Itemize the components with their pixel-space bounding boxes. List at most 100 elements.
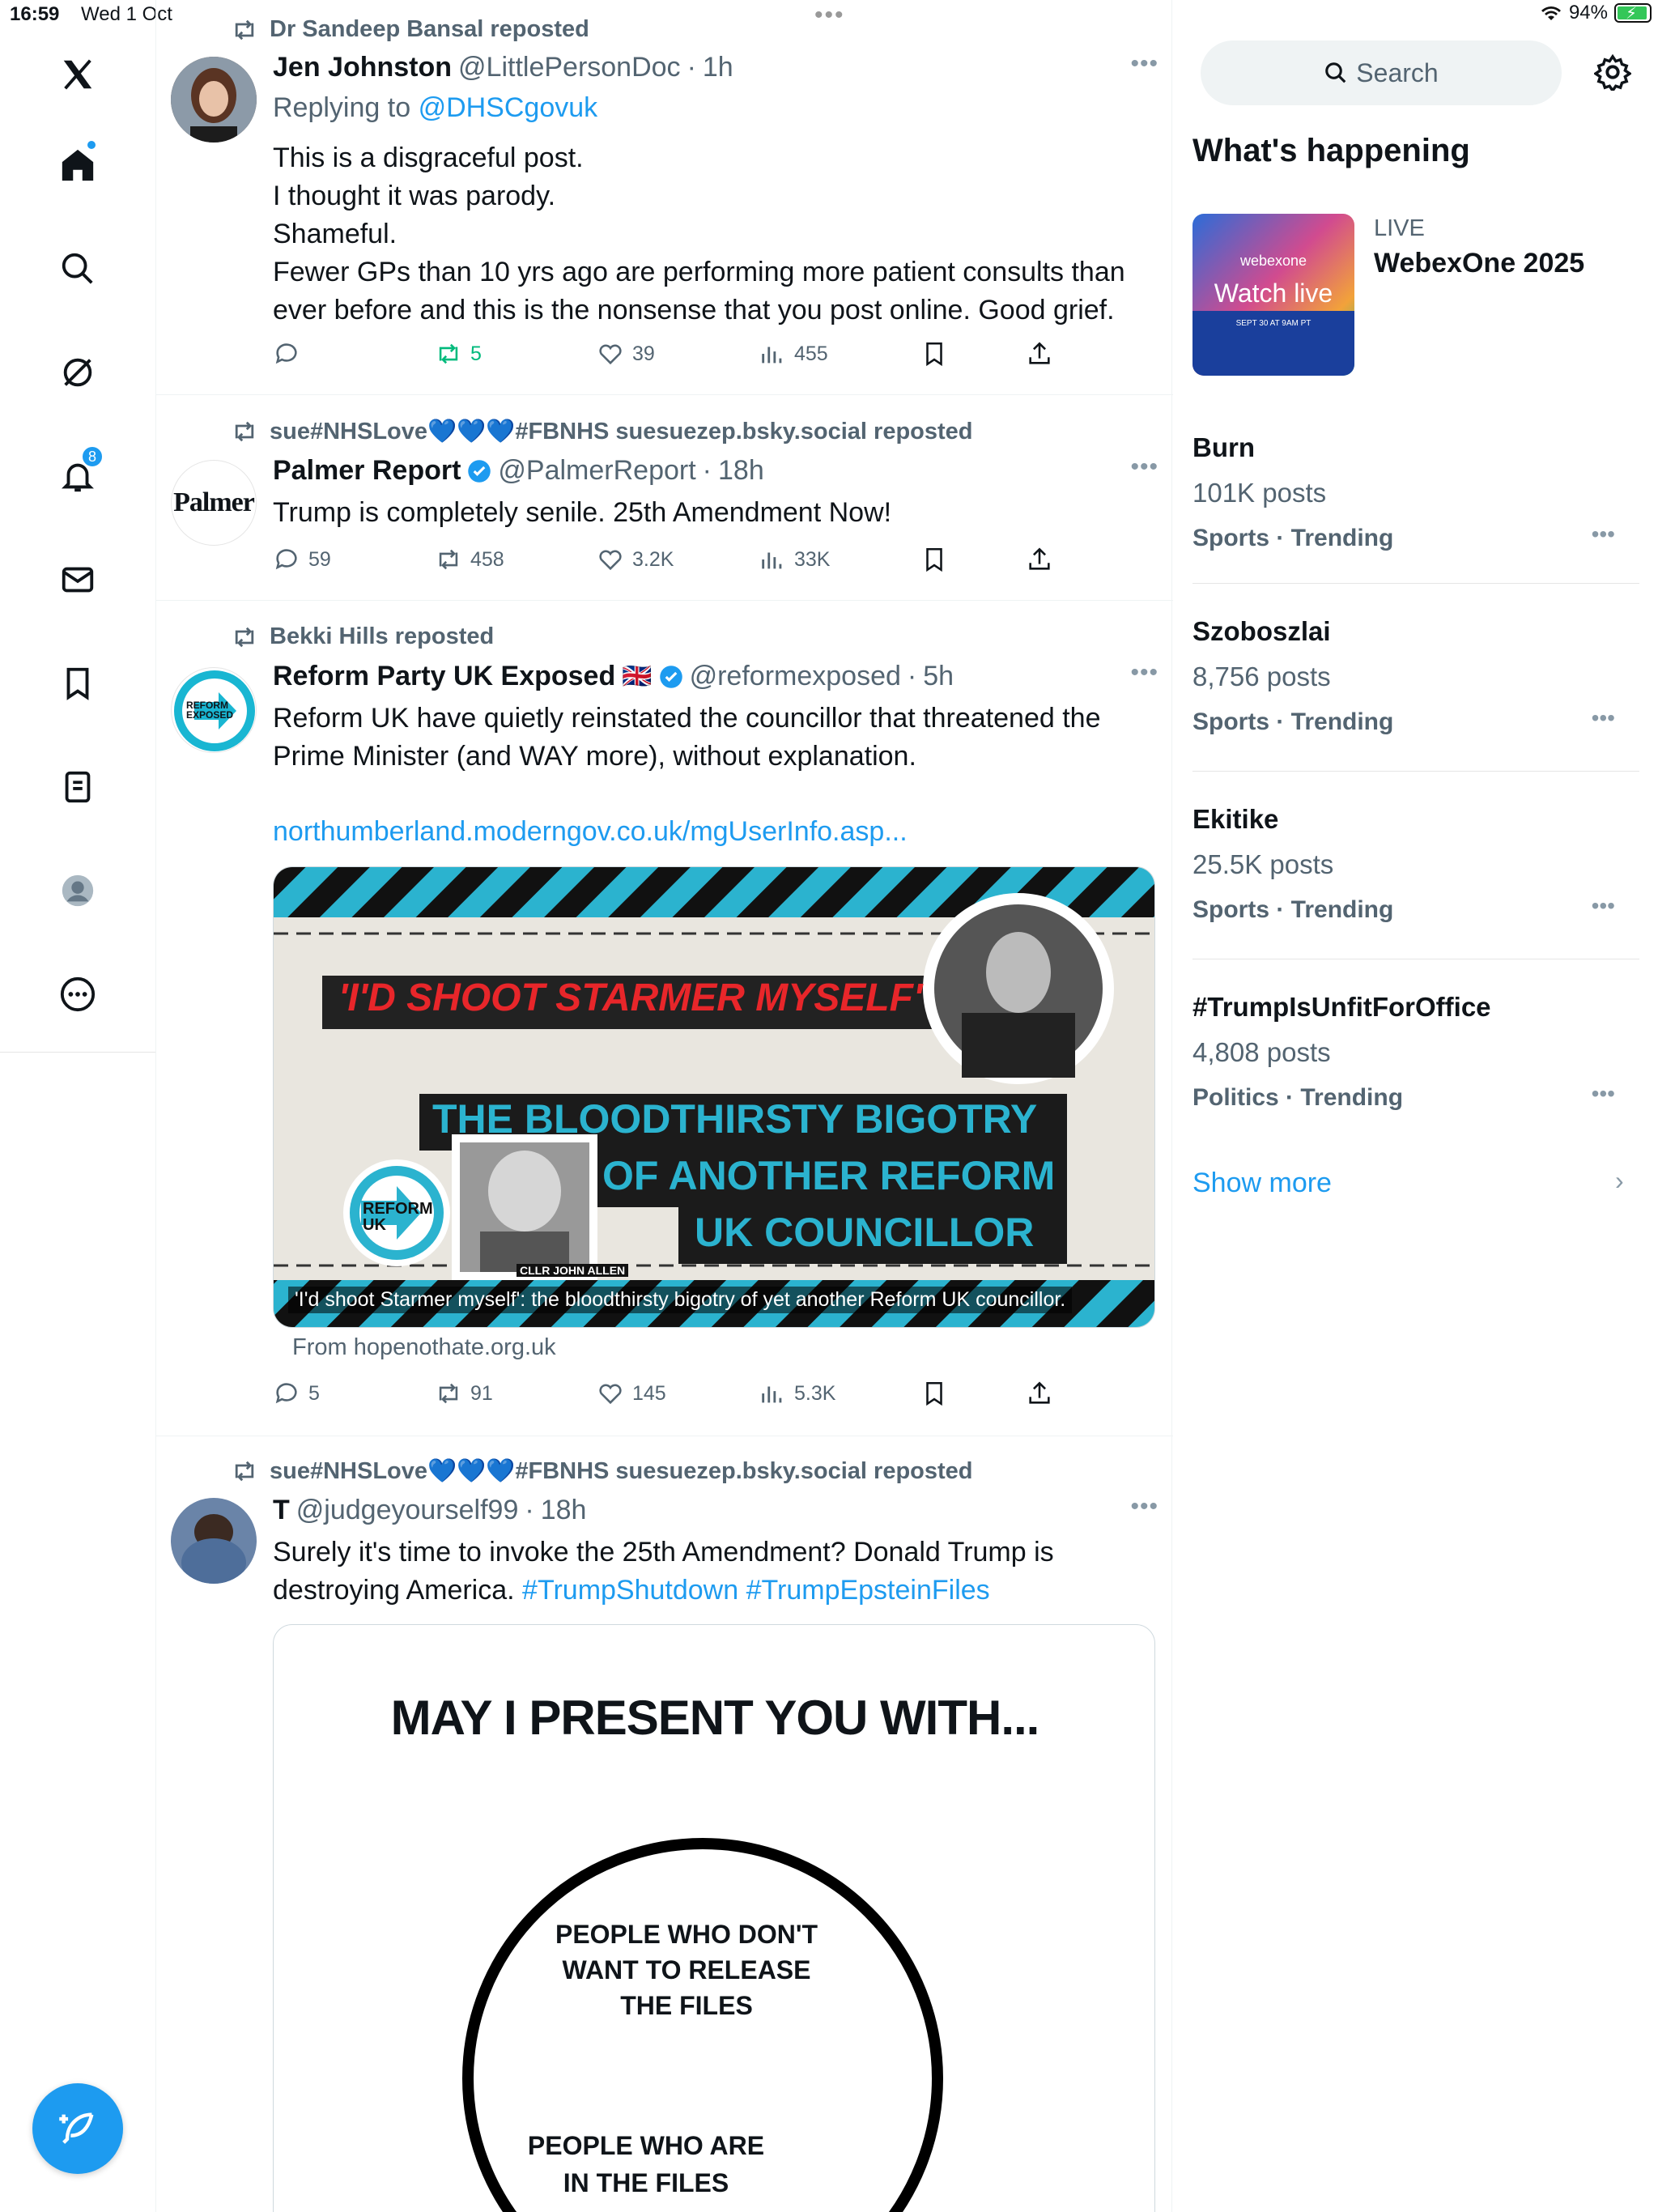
more-options-icon[interactable] [52,968,104,1020]
tweet[interactable]: Dr Sandeep Bansal reposted Jen Johnston … [156,0,1173,395]
messages-icon[interactable] [52,554,104,606]
tweet-link[interactable]: northumberland.moderngov.co.uk/mgUserInf… [273,813,1147,851]
tweet-hashtags[interactable]: #TrumpShutdown #TrumpEpsteinFiles [522,1575,990,1606]
show-more-link[interactable]: Show more [1192,1168,1332,1199]
share-button[interactable] [1026,546,1053,573]
link-card-image[interactable]: 'I'D SHOOT STARMER MYSELF' THE BLOODTHIR… [273,866,1155,1328]
repost-button[interactable]: 458 [435,546,504,573]
home-icon[interactable] [52,139,104,191]
reply-button[interactable]: 59 [273,546,331,573]
bookmark-icon [926,342,942,367]
reply-icon [275,343,297,364]
more-icon[interactable]: ••• [1592,893,1615,919]
trend-posts: 25.5K posts [1192,849,1334,879]
more-icon[interactable]: ••• [1130,453,1158,481]
tweet-line: Shameful. [273,219,397,249]
link-source[interactable]: From hopenothate.org.uk [292,1334,556,1361]
card-line-1: THE BLOODTHIRSTY BIGOTRY [432,1096,1038,1142]
reply-button[interactable]: 5 [273,1380,320,1407]
trend-item[interactable]: #TrumpIsUnfitForOffice 4,808 posts Polit… [1192,959,1639,1146]
repost-button[interactable]: 5 [435,340,482,368]
reply-button[interactable] [273,340,308,368]
tweet-image[interactable]: MAY I PRESENT YOU WITH... PEOPLE WHO DON… [273,1624,1155,2212]
bookmarks-icon[interactable] [52,657,104,709]
bookmark-button[interactable] [920,340,948,368]
chevron-right-icon: › [1615,1166,1624,1195]
event-image[interactable]: webexone Watch live SEPT 30 AT 9AM PT [1192,214,1354,376]
share-button[interactable] [1026,340,1053,368]
tweet-time[interactable]: 5h [923,661,954,692]
search-icon [1325,62,1346,83]
more-icon[interactable]: ••• [1130,659,1158,687]
trend-item[interactable]: Szoboszlai 8,756 posts Sports · Trending… [1192,583,1639,771]
avatar[interactable]: REFORM EXPOSED [171,667,257,753]
like-button[interactable]: 3.2K [597,546,674,573]
author-name[interactable]: T [273,1495,290,1526]
search-input[interactable]: Search [1201,40,1562,105]
event-status: LIVE [1374,215,1425,241]
tweet[interactable]: sue#NHSLove💙💙💙#FBNHS suesuezep.bsky.soci… [156,395,1173,601]
more-icon[interactable]: ••• [1130,1493,1158,1521]
views-button[interactable]: 33K [759,546,830,573]
author-handle[interactable]: @PalmerReport [498,455,695,487]
trend-name: Ekitike [1192,804,1279,834]
repost-label[interactable]: Bekki Hills reposted [270,623,494,650]
like-button[interactable]: 145 [597,1380,666,1407]
x-logo-icon[interactable] [52,49,104,100]
tweet-time[interactable]: 18h [718,455,764,487]
more-icon[interactable]: ••• [1592,521,1615,547]
repost-label[interactable]: sue#NHSLove💙💙💙#FBNHS suesuezep.bsky.soci… [270,418,973,445]
tweet-actions: 5 39 455 [273,340,1082,372]
tweet-line: Fewer GPs than 10 yrs ago are performing… [273,257,1125,325]
author-handle[interactable]: @judgeyourself99 [296,1495,519,1526]
replying-handle-link[interactable]: @DHSCgovuk [419,92,598,123]
settings-gear-icon[interactable] [1594,53,1631,91]
card-headline: 'I'D SHOOT STARMER MYSELF' [338,976,923,1019]
reply-icon [275,549,297,570]
tweet-time[interactable]: 18h [541,1495,587,1526]
views-button[interactable]: 5.3K [759,1380,835,1407]
compose-post-button[interactable] [32,2083,123,2174]
author-name[interactable]: Reform Party UK Exposed [273,661,615,692]
author-handle[interactable]: @LittlePersonDoc [458,52,681,83]
trend-name: Burn [1192,432,1255,462]
profile-icon[interactable] [52,865,104,917]
trend-item[interactable]: Burn 101K posts Sports · Trending ••• [1192,400,1639,588]
notifications-icon[interactable]: 8 [52,445,104,502]
trend-item[interactable]: Ekitike 25.5K posts Sports · Trending ••… [1192,771,1639,959]
repost-label[interactable]: Dr Sandeep Bansal reposted [270,16,589,43]
repost-icon [235,1461,254,1482]
lists-icon[interactable] [52,761,104,813]
more-icon[interactable]: ••• [1592,705,1615,731]
grok-icon[interactable] [52,347,104,398]
verified-badge-icon [659,665,682,688]
replying-to: Replying to @DHSCgovuk [273,92,597,124]
author-name[interactable]: Palmer Report [273,455,461,487]
tweet-time[interactable]: 1h [703,52,733,83]
repost-label[interactable]: sue#NHSLove💙💙💙#FBNHS suesuezep.bsky.soci… [270,1457,973,1485]
event-date: SEPT 30 AT 9AM PT [1235,319,1312,328]
repost-icon [439,549,458,570]
share-button[interactable] [1026,1380,1053,1407]
author-name[interactable]: Jen Johnston [273,52,452,83]
views-button[interactable]: 455 [759,340,828,368]
views-icon [762,552,782,569]
left-navigation: 8 [0,0,155,1053]
more-icon[interactable]: ••• [1592,1081,1615,1107]
search-nav-icon[interactable] [52,243,104,295]
tweet-header: Jen Johnston @LittlePersonDoc · 1h [273,52,733,83]
trend-name: #TrumpIsUnfitForOffice [1192,992,1491,1022]
avatar[interactable] [171,57,257,143]
repost-icon [439,1383,458,1404]
repost-button[interactable]: 91 [435,1380,493,1407]
bookmark-button[interactable] [920,1380,948,1407]
bookmark-button[interactable] [920,546,948,573]
like-button[interactable]: 39 [597,340,655,368]
event-title[interactable]: WebexOne 2025 [1374,248,1584,279]
avatar[interactable] [171,1498,257,1584]
tweet[interactable]: Bekki Hills reposted REFORM EXPOSED Refo… [156,601,1173,1436]
more-icon[interactable]: ••• [1130,50,1158,78]
author-handle[interactable]: @reformexposed [690,661,901,692]
tweet[interactable]: sue#NHSLove💙💙💙#FBNHS suesuezep.bsky.soci… [156,1436,1173,2212]
avatar[interactable]: Palmer [171,460,257,546]
